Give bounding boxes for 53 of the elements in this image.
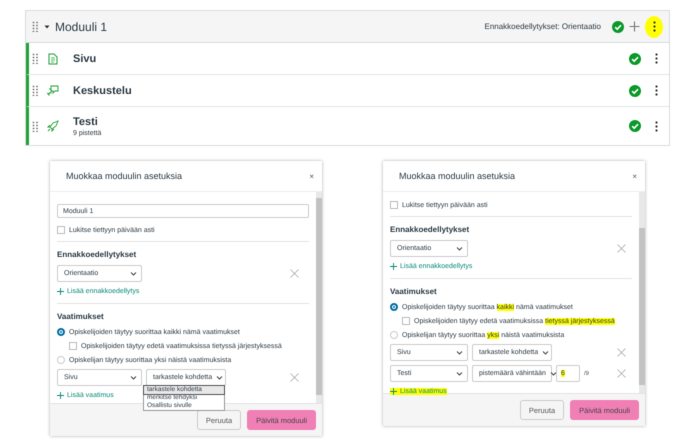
drag-handle-icon[interactable]: [32, 21, 39, 32]
checkbox[interactable]: [390, 201, 398, 209]
checkbox[interactable]: [57, 226, 65, 234]
chat-bubbles-icon: [47, 84, 59, 96]
chevron-down-icon: [456, 371, 463, 376]
kebab-menu-icon: [654, 85, 658, 96]
checkbox[interactable]: [402, 317, 410, 325]
chevron-down-icon: [456, 350, 463, 355]
drag-handle-icon[interactable]: [32, 120, 39, 132]
chevron-down-icon: [130, 375, 137, 380]
plus-icon: [390, 388, 397, 395]
section-heading: Ennakkoedellytykset: [57, 250, 138, 259]
plus-icon: [57, 392, 64, 399]
radio-button[interactable]: [390, 303, 398, 311]
chevron-down-icon: [216, 375, 224, 380]
dialog-title: Muokkaa moduulin asetuksia: [399, 171, 516, 181]
item-title[interactable]: Testi: [73, 116, 621, 128]
chevron-down-icon: [542, 350, 550, 355]
chevron-down-icon: [456, 246, 463, 251]
remove-x-icon[interactable]: [290, 373, 299, 382]
close-button[interactable]: ×: [309, 172, 314, 180]
item-title[interactable]: Keskustelu: [73, 84, 621, 96]
page-icon: [47, 52, 59, 64]
radio-button[interactable]: [57, 328, 65, 336]
plus-icon: [629, 21, 640, 32]
chevron-down-icon: [550, 371, 557, 376]
kebab-menu-icon: [654, 120, 658, 132]
remove-x-icon[interactable]: [617, 369, 626, 378]
plus-icon: [57, 288, 64, 295]
caret-down-icon[interactable]: [44, 24, 50, 30]
scrollbar[interactable]: [639, 192, 645, 393]
kebab-menu-icon: [654, 53, 658, 64]
remove-x-icon[interactable]: [290, 269, 299, 278]
plus-icon: [390, 263, 397, 270]
close-button[interactable]: ×: [632, 172, 637, 180]
module-title: Moduuli 1: [55, 20, 108, 34]
more-options-button[interactable]: [645, 16, 663, 38]
dialog-title: Muokkaa moduulin asetuksia: [66, 171, 182, 181]
kebab-menu-icon: [652, 21, 656, 32]
drag-handle-icon[interactable]: [32, 53, 39, 64]
section-heading: Ennakkoedellytykset: [390, 225, 470, 234]
item-title[interactable]: Sivu: [73, 52, 621, 64]
drag-handle-icon[interactable]: [32, 85, 39, 96]
rocket-icon: [47, 120, 59, 132]
prerequisites-label: Ennakkoedellytykset: Orientaatio: [484, 22, 601, 31]
checkbox[interactable]: [69, 342, 77, 350]
section-heading: Vaatimukset: [390, 287, 438, 296]
add-item-button[interactable]: [629, 21, 640, 32]
chevron-down-icon: [130, 271, 137, 276]
section-heading: Vaatimukset: [57, 312, 105, 321]
remove-x-icon[interactable]: [617, 244, 626, 253]
remove-x-icon[interactable]: [617, 348, 626, 357]
scrollbar[interactable]: [316, 192, 322, 403]
